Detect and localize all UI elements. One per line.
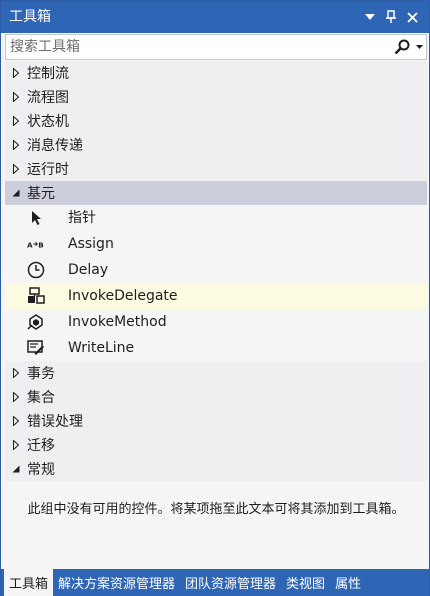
empty-group-message: 此组中没有可用的控件。将某项拖至此文本可将其添加到工具箱。 — [27, 502, 405, 517]
search-icon — [394, 39, 410, 55]
expand-arrow-icon — [13, 164, 19, 174]
tool-item-assign[interactable]: A B Assign — [5, 231, 427, 257]
chevron-down-icon — [415, 45, 423, 49]
search-options-button[interactable] — [413, 37, 425, 57]
tool-item-writeline[interactable]: WriteLine — [5, 335, 427, 361]
toolbox-window: 工具箱 搜索工具箱 控制流 流程图 状态机 消息传递 运行时 基元 指针 A B… — [0, 0, 430, 596]
category-collection[interactable]: 集合 — [5, 385, 427, 409]
category-runtime[interactable]: 运行时 — [5, 157, 427, 181]
expand-arrow-icon — [13, 116, 19, 126]
category-state-machine[interactable]: 状态机 — [5, 109, 427, 133]
writeline-icon — [27, 340, 44, 355]
tool-label: Delay — [68, 262, 109, 278]
expand-arrow-icon — [13, 68, 19, 78]
category-label: 消息传递 — [27, 138, 83, 154]
expand-arrow-icon — [13, 92, 19, 102]
toolbox-list: 控制流 流程图 状态机 消息传递 运行时 基元 指针 A B Assign De… — [5, 61, 427, 483]
category-messaging[interactable]: 消息传递 — [5, 133, 427, 157]
title-bar: 工具箱 — [1, 1, 429, 33]
tab-toolbox[interactable]: 工具箱 — [4, 569, 54, 596]
search-input[interactable] — [6, 35, 376, 59]
expand-arrow-icon — [13, 416, 19, 426]
collapse-arrow-icon — [12, 189, 20, 197]
category-label: 常规 — [27, 462, 55, 478]
category-primitives[interactable]: 基元 — [5, 181, 427, 205]
collapse-arrow-icon — [12, 465, 20, 473]
tool-item-delay[interactable]: Delay — [5, 257, 427, 283]
chevron-down-icon — [365, 14, 375, 20]
pin-icon — [386, 10, 396, 23]
window-title: 工具箱 — [9, 9, 51, 25]
pin-button[interactable] — [382, 7, 400, 27]
close-button[interactable] — [403, 7, 421, 27]
svg-text:B: B — [38, 241, 43, 250]
category-label: 基元 — [27, 186, 55, 202]
tab-properties[interactable]: 属性 — [330, 569, 366, 596]
dropdown-button[interactable] — [361, 7, 379, 27]
assign-icon: A B — [27, 241, 44, 250]
expand-arrow-icon — [13, 368, 19, 378]
expand-arrow-icon — [13, 392, 19, 402]
tool-label: InvokeMethod — [68, 314, 167, 330]
category-control-flow[interactable]: 控制流 — [5, 61, 427, 85]
search-box — [5, 34, 427, 60]
bottom-tab-bar: 工具箱 解决方案资源管理器 团队资源管理器 类视图 属性 — [1, 569, 429, 596]
category-label: 流程图 — [27, 90, 69, 106]
expand-arrow-icon — [13, 440, 19, 450]
tool-label: InvokeDelegate — [68, 288, 178, 304]
category-transaction[interactable]: 事务 — [5, 361, 427, 385]
category-migration[interactable]: 迁移 — [5, 433, 427, 457]
invoke-delegate-icon — [28, 287, 45, 304]
tab-class-view[interactable]: 类视图 — [281, 569, 330, 596]
svg-text:A: A — [27, 241, 33, 250]
empty-group-area: 此组中没有可用的控件。将某项拖至此文本可将其添加到工具箱。 — [5, 483, 427, 569]
tool-item-invoke-delegate[interactable]: InvokeDelegate — [5, 283, 427, 309]
category-label: 控制流 — [27, 66, 69, 82]
tool-item-pointer[interactable]: 指针 — [5, 205, 427, 231]
category-label: 运行时 — [27, 162, 69, 178]
category-label: 事务 — [27, 366, 55, 382]
close-icon — [406, 11, 418, 23]
category-flowchart[interactable]: 流程图 — [5, 85, 427, 109]
tab-solution-explorer[interactable]: 解决方案资源管理器 — [53, 569, 180, 596]
category-general[interactable]: 常规 — [5, 457, 427, 481]
tab-team-explorer[interactable]: 团队资源管理器 — [180, 569, 281, 596]
expand-arrow-icon — [13, 140, 19, 150]
invoke-method-icon — [27, 314, 43, 330]
category-error-handling[interactable]: 错误处理 — [5, 409, 427, 433]
category-label: 错误处理 — [27, 414, 83, 430]
search-button[interactable] — [392, 37, 412, 57]
pointer-icon — [32, 211, 41, 225]
tool-item-invoke-method[interactable]: InvokeMethod — [5, 309, 427, 335]
tool-label: 指针 — [68, 210, 96, 226]
tool-label: Assign — [68, 236, 114, 252]
category-label: 迁移 — [27, 438, 55, 454]
category-label: 集合 — [27, 390, 55, 406]
tool-label: WriteLine — [68, 340, 135, 356]
category-label: 状态机 — [27, 114, 69, 130]
clock-icon — [27, 261, 45, 279]
